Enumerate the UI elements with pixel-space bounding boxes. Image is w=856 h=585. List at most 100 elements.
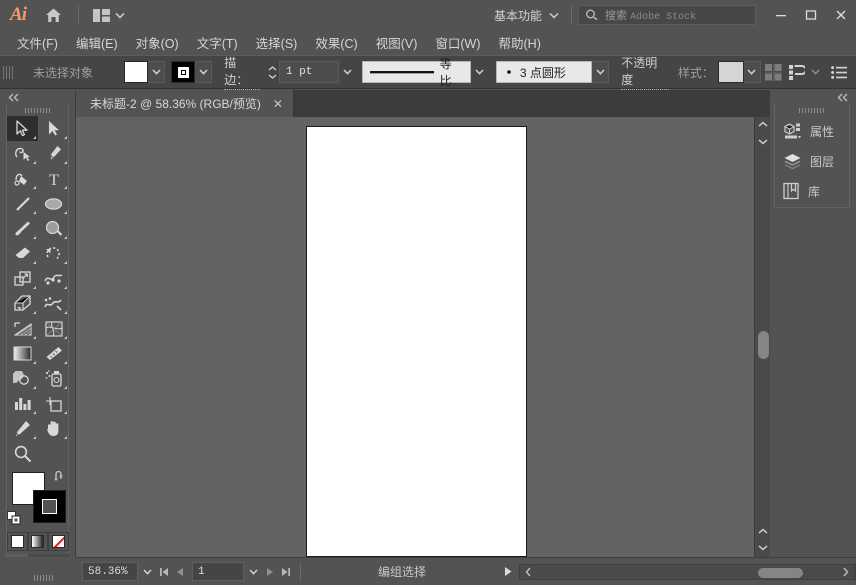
zoom-level-input[interactable]: 58.36% [82, 562, 138, 581]
sidebar-tool-column-graph[interactable] [7, 391, 38, 416]
panel-item-properties[interactable]: 属性 [775, 116, 849, 146]
next-artboard-button[interactable] [262, 562, 278, 582]
opacity-label[interactable]: 不透明度 [621, 54, 669, 90]
default-fill-stroke-button[interactable] [7, 511, 22, 526]
graphic-style-swatch[interactable] [717, 61, 744, 83]
right-panel-collapse-button[interactable] [770, 90, 856, 104]
stroke-weight-label[interactable]: 描边： [224, 54, 261, 90]
vertical-scrollbar[interactable] [754, 117, 770, 557]
fill-swatch[interactable] [124, 61, 149, 83]
sidebar-tool-symbol-sprayer[interactable] [38, 366, 69, 391]
menu-help[interactable]: 帮助(H) [490, 30, 550, 55]
sidebar-tool-artboard[interactable] [38, 391, 69, 416]
menu-effect[interactable]: 效果(C) [306, 30, 366, 55]
tools-panel-grip[interactable] [7, 104, 68, 116]
sidebar-tool-zoom[interactable] [7, 441, 69, 466]
panel-item-layers[interactable]: 图层 [775, 146, 849, 176]
workspace-switcher[interactable]: 基本功能 [488, 3, 565, 27]
scroll-up-secondary-button[interactable] [755, 134, 771, 149]
zoom-level-dropdown[interactable] [138, 562, 156, 582]
scroll-down-button[interactable] [755, 540, 771, 555]
stroke-color-control[interactable] [171, 61, 213, 83]
status-menu-button[interactable] [497, 562, 519, 582]
artboard[interactable] [306, 126, 527, 557]
menu-type[interactable]: 文字(T) [188, 30, 247, 55]
sidebar-tool-hand[interactable] [38, 416, 69, 441]
sidebar-tool-scale[interactable] [7, 266, 38, 291]
panel-item-libraries[interactable]: 库 [775, 176, 849, 206]
stroke-profile-dropdown[interactable] [471, 61, 488, 83]
menu-file[interactable]: 文件(F) [8, 30, 67, 55]
sidebar-tool-shape-builder[interactable] [38, 291, 69, 316]
sidebar-tool-line-segment[interactable] [7, 191, 38, 216]
sidebar-tool-gradient[interactable] [7, 341, 38, 366]
minimize-button[interactable] [766, 0, 796, 30]
sidebar-tool-eyedropper-measure[interactable] [38, 341, 69, 366]
close-button[interactable] [826, 0, 856, 30]
sidebar-tool-blend[interactable] [7, 366, 38, 391]
color-mode-none-button[interactable] [48, 532, 69, 551]
scroll-up-bottom-button[interactable] [755, 524, 771, 539]
brush-definition-select[interactable]: 3 点圆形 [495, 61, 593, 83]
arrange-documents-button[interactable] [87, 3, 131, 27]
transform-dropdown[interactable] [808, 61, 822, 83]
search-input[interactable]: 搜索 Adobe Stock [578, 5, 756, 25]
canvas-area[interactable] [76, 117, 770, 557]
first-artboard-button[interactable] [156, 562, 172, 582]
stroke-profile-select[interactable]: 等比 [361, 57, 471, 88]
fill-color-control[interactable] [124, 61, 166, 83]
sidebar-tool-mesh[interactable] [38, 316, 69, 341]
control-bar-grip[interactable] [3, 61, 13, 83]
sidebar-tool-eraser[interactable] [7, 241, 38, 266]
sidebar-tool-width[interactable] [38, 266, 69, 291]
sidebar-tool-shaper[interactable] [38, 216, 69, 241]
status-bar-resize-grip[interactable] [34, 575, 54, 581]
menu-edit[interactable]: 编辑(E) [67, 30, 127, 55]
sidebar-tool-ellipse[interactable] [38, 191, 69, 216]
sidebar-tool-curvature[interactable] [7, 166, 38, 191]
more-options-button[interactable] [822, 65, 856, 79]
stroke-weight-input[interactable]: 1 pt [278, 61, 339, 83]
color-mode-gradient-button[interactable] [27, 532, 49, 551]
scroll-left-button[interactable] [520, 567, 536, 577]
document-tab[interactable]: 未标题-2 @ 58.36% (RGB/预览) ✕ [76, 90, 294, 117]
sidebar-tool-type[interactable]: T [38, 166, 69, 191]
sidebar-tool-selection[interactable] [7, 116, 38, 141]
menu-select[interactable]: 选择(S) [247, 30, 307, 55]
graphic-style-dropdown[interactable] [743, 61, 761, 83]
swap-fill-stroke-button[interactable] [54, 470, 67, 483]
scroll-up-button[interactable] [755, 117, 771, 132]
stroke-swatch[interactable] [171, 61, 196, 83]
horizontal-scrollbar[interactable] [519, 563, 856, 580]
stroke-weight-stepper[interactable] [266, 61, 279, 83]
sidebar-tool-magic-wand[interactable] [7, 141, 38, 166]
stroke-weight-dropdown[interactable] [339, 61, 356, 83]
horizontal-scroll-thumb[interactable] [758, 567, 803, 578]
home-button[interactable] [36, 0, 70, 30]
color-mode-color-button[interactable] [7, 532, 28, 551]
previous-artboard-button[interactable] [172, 562, 188, 582]
artboard-number-input[interactable]: 1 [192, 562, 244, 581]
sidebar-tool-pen[interactable] [38, 141, 69, 166]
menu-object[interactable]: 对象(O) [127, 30, 188, 55]
sidebar-tool-free-transform[interactable] [7, 291, 38, 316]
brush-definition-dropdown[interactable] [592, 61, 610, 83]
last-artboard-button[interactable] [278, 562, 294, 582]
menu-view[interactable]: 视图(V) [367, 30, 427, 55]
sidebar-tool-rotate[interactable] [38, 241, 69, 266]
fill-dropdown-button[interactable] [148, 61, 166, 83]
sidebar-tool-direct-selection[interactable] [38, 116, 69, 141]
transform-button[interactable] [786, 64, 808, 80]
toolbar-stroke-swatch[interactable] [33, 490, 66, 523]
sidebar-tool-perspective-grid[interactable] [7, 316, 38, 341]
menu-window[interactable]: 窗口(W) [426, 30, 489, 55]
sidebar-tool-slice[interactable] [7, 416, 38, 441]
sidebar-tool-paintbrush[interactable] [7, 216, 38, 241]
align-button[interactable] [761, 63, 787, 81]
scroll-right-button[interactable] [837, 567, 853, 577]
status-text[interactable]: 编组选择 [307, 563, 497, 580]
artboard-number-dropdown[interactable] [244, 562, 262, 582]
right-panel-grip[interactable] [775, 104, 849, 116]
maximize-button[interactable] [796, 0, 826, 30]
tools-panel-collapse-button[interactable] [0, 90, 75, 104]
